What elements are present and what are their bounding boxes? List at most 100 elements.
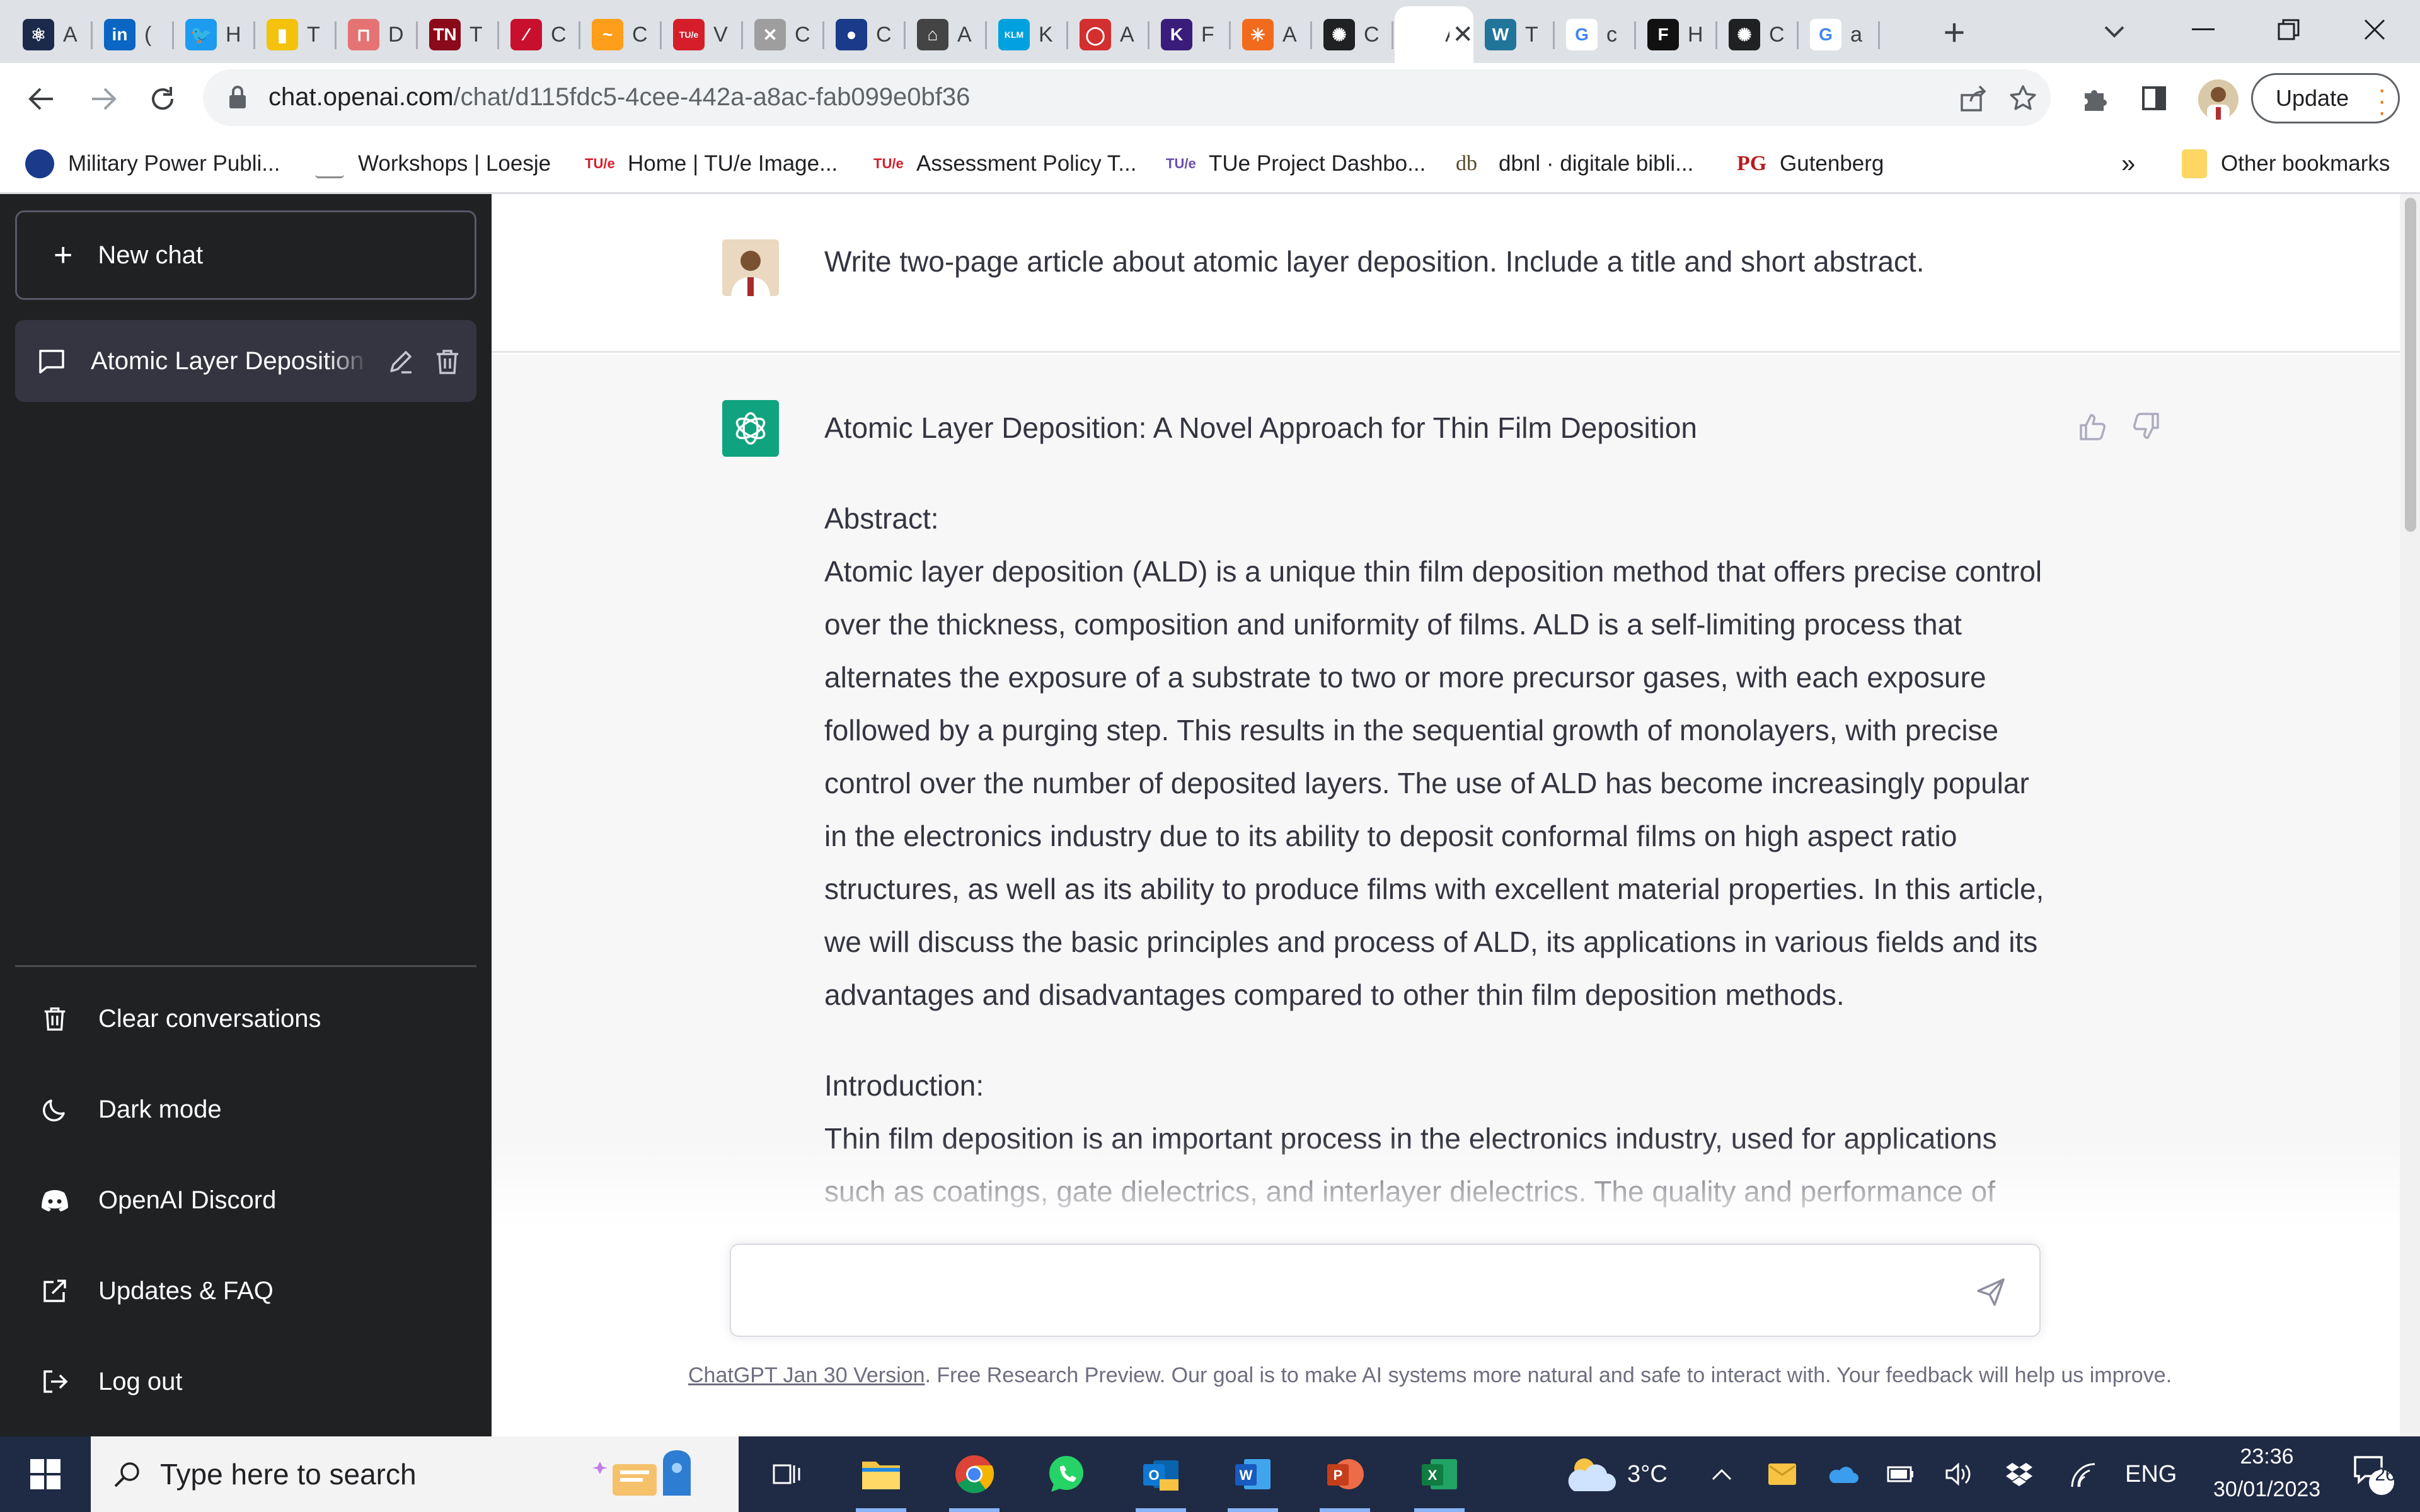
back-icon[interactable]: [18, 77, 66, 121]
browser-tab[interactable]: TU/e V: [663, 6, 743, 63]
side-panel-icon[interactable]: [2134, 79, 2174, 117]
menu-dots-icon[interactable]: · · ·: [2378, 77, 2386, 125]
browser-tab[interactable]: ✳ A: [1232, 6, 1312, 63]
browser-tab[interactable]: ~ C: [582, 6, 662, 63]
share-icon[interactable]: [1955, 82, 1993, 115]
outlook-icon[interactable]: O: [1115, 1436, 1206, 1512]
forward-icon[interactable]: [79, 77, 127, 121]
bookmark-loesje[interactable]: Workshops | Loesje: [315, 145, 551, 183]
taskbar-search[interactable]: Type here to search: [91, 1436, 739, 1512]
browser-tab[interactable]: Gc: [1556, 6, 1636, 63]
whatsapp-icon[interactable]: [1021, 1436, 1112, 1512]
bookmark-dbnl[interactable]: db dbnl · digitale bibli...: [1456, 145, 1693, 183]
powerpoint-icon[interactable]: P: [1299, 1436, 1390, 1512]
word-icon[interactable]: W: [1207, 1436, 1298, 1512]
thumbs-down-icon[interactable]: [2128, 408, 2165, 445]
browser-tab[interactable]: TN T: [419, 6, 499, 63]
discord-icon: [38, 1183, 72, 1217]
weather-widget[interactable]: 3°C: [1562, 1436, 1668, 1512]
page-scrollbar[interactable]: [2400, 194, 2420, 1436]
trash-icon[interactable]: [430, 344, 465, 379]
user-message-text: Write two-page article about atomic laye…: [824, 245, 1925, 278]
new-chat-button[interactable]: + New chat: [15, 210, 476, 300]
browser-tab[interactable]: ◯ A: [1069, 6, 1150, 63]
tab-separator: [1310, 21, 1312, 49]
browser-tab[interactable]: ▮ T: [256, 6, 337, 63]
browser-tab[interactable]: WT: [1475, 6, 1555, 63]
reload-icon[interactable]: [139, 77, 187, 121]
dark-mode-link[interactable]: Dark mode: [15, 1072, 476, 1147]
update-button[interactable]: Update · · ·: [2251, 73, 2400, 125]
volume-icon[interactable]: [1941, 1436, 1976, 1512]
notifications-icon[interactable]: 26: [2336, 1436, 2411, 1512]
conversation-item[interactable]: Atomic Layer Deposition: [15, 320, 476, 402]
profile-avatar[interactable]: [2198, 79, 2238, 120]
browser-tab[interactable]: KF: [1151, 6, 1231, 63]
more-bookmarks-icon[interactable]: »: [2121, 145, 2135, 183]
bookmark-gutenberg[interactable]: PG Gutenberg: [1737, 145, 1884, 183]
bookmark-tue-dashboard[interactable]: TU/e TUe Project Dashbo...: [1166, 145, 1426, 183]
address-bar[interactable]: chat.openai.com/chat/d115fdc5-4cee-442a-…: [203, 69, 2051, 126]
restore-icon[interactable]: [2251, 8, 2327, 52]
browser-tab[interactable]: ⁄ C: [500, 6, 580, 63]
browser-tab[interactable]: ● C: [826, 6, 906, 63]
edit-icon[interactable]: [383, 344, 418, 379]
onedrive-icon[interactable]: [1825, 1436, 1860, 1512]
bookmark-tue-image[interactable]: TU/e Home | TU/e Image...: [585, 145, 838, 183]
log-out-link[interactable]: Log out: [15, 1344, 476, 1419]
browser-tab[interactable]: in (: [94, 6, 174, 63]
browser-tab[interactable]: ⌂ A: [907, 6, 987, 63]
browser-tab[interactable]: FH: [1637, 6, 1717, 63]
tab-title: F: [1201, 22, 1214, 47]
browser-tab[interactable]: ⊓ D: [338, 6, 418, 63]
folder-icon: [2182, 149, 2207, 178]
tab-favicon-icon: G: [1566, 19, 1598, 50]
tab-title: H: [1688, 22, 1703, 47]
bookmark-military-power[interactable]: Military Power Publi...: [25, 145, 280, 183]
mail-icon[interactable]: [1765, 1436, 1800, 1512]
tab-separator: [253, 21, 255, 49]
tab-search-icon[interactable]: [2092, 13, 2136, 50]
version-link[interactable]: ChatGPT Jan 30 Version: [688, 1363, 925, 1387]
extensions-icon[interactable]: [2075, 79, 2115, 117]
wifi-icon[interactable]: [2066, 1436, 2101, 1512]
updates-faq-link[interactable]: Updates & FAQ: [15, 1254, 476, 1328]
prompt-input[interactable]: [750, 1264, 1947, 1319]
browser-tab[interactable]: ✺ C: [1719, 6, 1799, 63]
browser-tab[interactable]: ✕ C: [744, 6, 824, 63]
thumbs-up-icon[interactable]: [2073, 408, 2111, 445]
chevron-up-icon[interactable]: [1704, 1436, 1739, 1512]
scrollbar-thumb[interactable]: [2405, 198, 2416, 532]
send-icon[interactable]: [1971, 1273, 2010, 1312]
tab-favicon-icon: ✺: [1323, 19, 1355, 50]
bookmark-star-icon[interactable]: [2004, 82, 2042, 115]
browser-tab[interactable]: KLM K: [988, 6, 1068, 63]
file-explorer-icon[interactable]: [836, 1436, 926, 1512]
minimize-icon[interactable]: [2165, 8, 2241, 52]
browser-tab[interactable]: ⚛ A: [13, 6, 93, 63]
tab-strip: ⚛ Ain(🐦 H ▮ T ⊓ D TN T ⁄ C ~ C TU/e V ✕ C ● C ⌂ A KLM K ◯ A K F ✳ A ✺…: [0, 0, 2420, 63]
chrome-icon[interactable]: [929, 1436, 1020, 1512]
language-indicator[interactable]: ENG: [2125, 1436, 2177, 1512]
url-text[interactable]: chat.openai.com/chat/d115fdc5-4cee-442a-…: [268, 83, 970, 112]
task-view-icon[interactable]: [741, 1436, 832, 1512]
windows-start-icon[interactable]: [0, 1436, 91, 1512]
new-tab-button[interactable]: +: [1933, 11, 1975, 54]
openai-discord-link[interactable]: OpenAI Discord: [15, 1163, 476, 1237]
system-clock[interactable]: 23:36 30/01/2023: [2213, 1440, 2320, 1509]
browser-tab-active[interactable]: A✕: [1395, 6, 1473, 63]
clear-conversations-link[interactable]: Clear conversations: [15, 982, 476, 1056]
tab-separator: [1797, 21, 1799, 49]
other-bookmarks[interactable]: Other bookmarks: [2182, 145, 2390, 183]
battery-icon[interactable]: [1883, 1436, 1918, 1512]
bookmark-assessment-policy[interactable]: TU/e Assessment Policy T...: [873, 145, 1136, 183]
close-window-icon[interactable]: [2337, 8, 2412, 52]
browser-tab[interactable]: ✺ C: [1313, 6, 1393, 63]
excel-icon[interactable]: X: [1394, 1436, 1485, 1512]
dropbox-icon[interactable]: [2002, 1436, 2037, 1512]
browser-tab[interactable]: Ga: [1800, 6, 1880, 63]
lock-icon[interactable]: [228, 84, 247, 113]
browser-tab[interactable]: 🐦 H: [175, 6, 255, 63]
close-tab-icon[interactable]: ✕: [1452, 20, 1473, 49]
user-message-row: Write two-page article about atomic laye…: [492, 194, 2407, 353]
